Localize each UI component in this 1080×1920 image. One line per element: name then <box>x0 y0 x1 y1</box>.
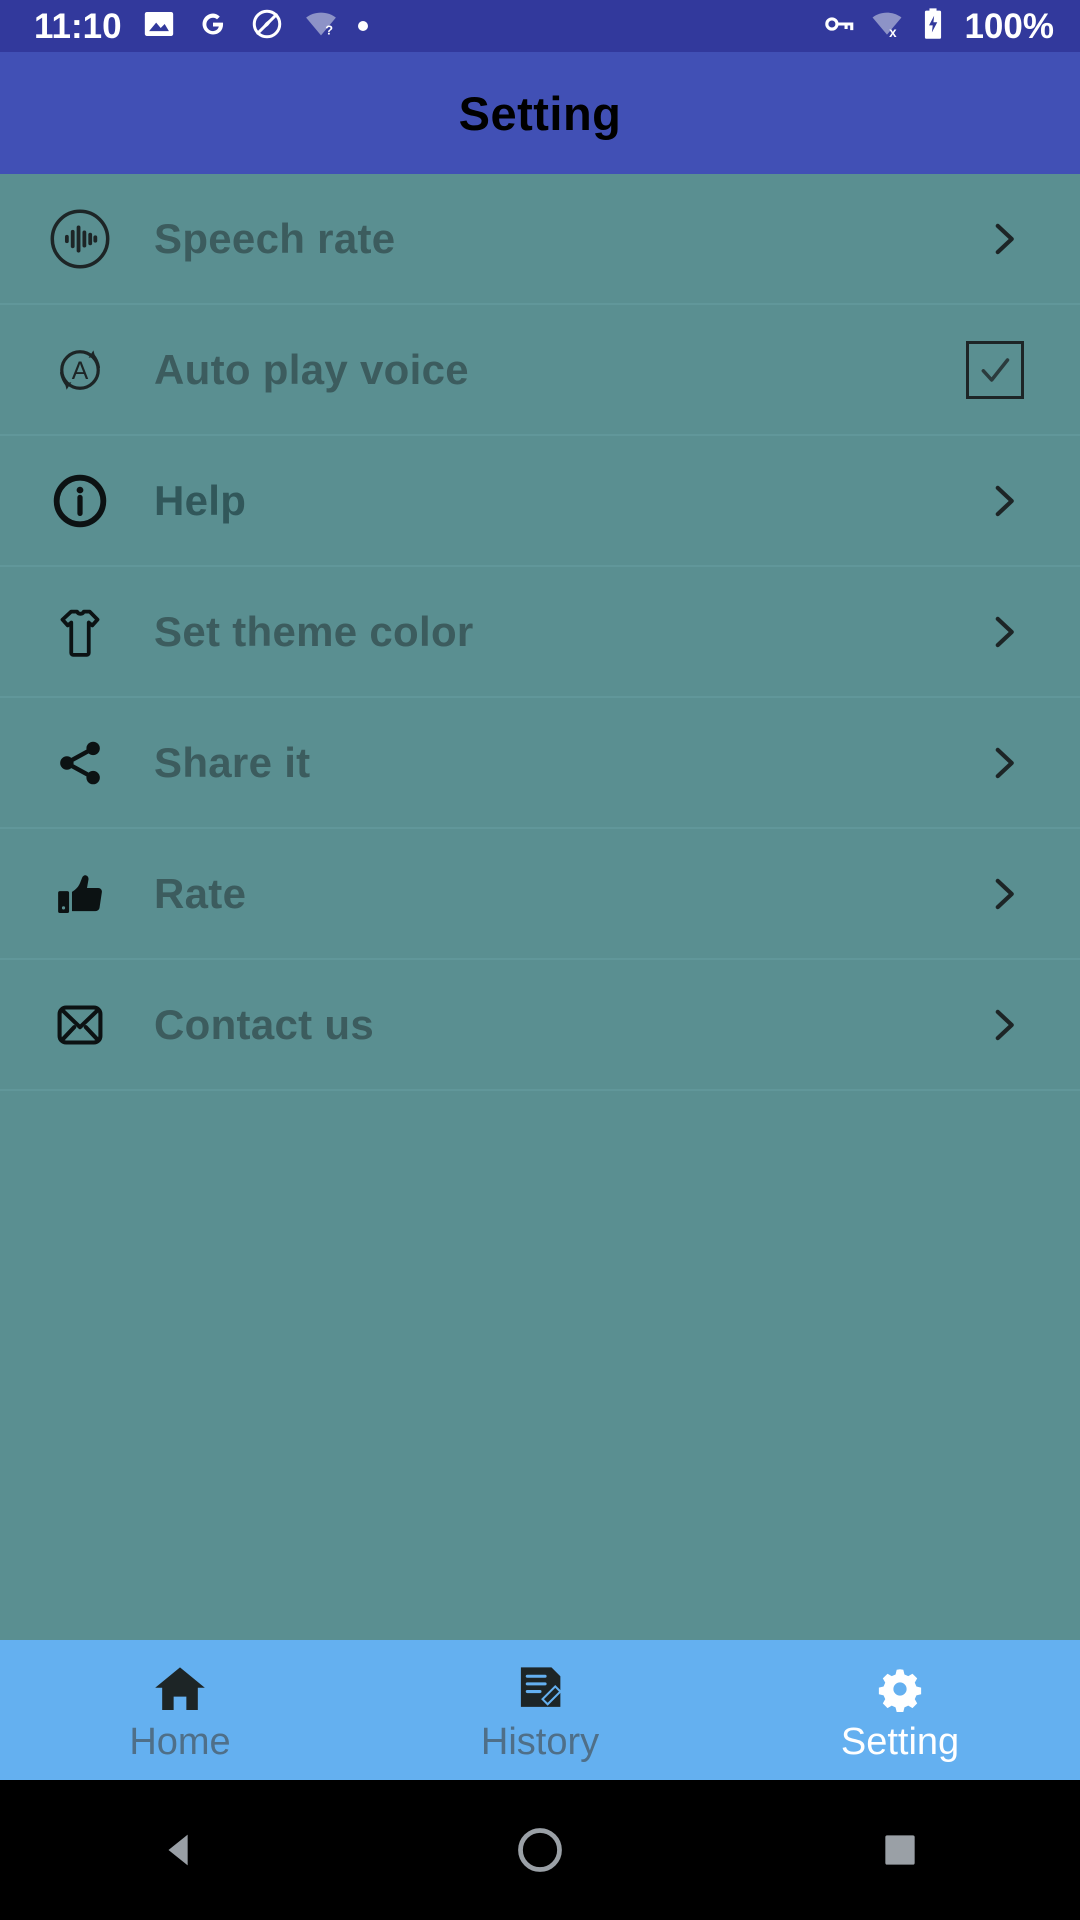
settings-row-label: Speech rate <box>154 214 396 262</box>
svg-text:A: A <box>72 357 89 384</box>
info-circle-icon <box>34 466 126 536</box>
nav-tab-home[interactable]: Home <box>0 1640 360 1780</box>
speech-waveform-icon <box>34 204 126 274</box>
image-icon <box>142 7 176 46</box>
battery-charging-icon <box>918 7 948 46</box>
phone-screen: 11:10 ? x 100% Setting Speech rate A Aut… <box>0 0 1080 1920</box>
nav-tab-label: Home <box>129 1721 231 1763</box>
envelope-icon <box>34 990 126 1060</box>
circle-slash-icon <box>250 7 284 46</box>
chevron-right-icon[interactable] <box>980 480 1044 522</box>
chevron-right-icon[interactable] <box>980 873 1044 915</box>
back-triangle-icon[interactable] <box>0 1827 360 1873</box>
status-bar: 11:10 ? x 100% <box>0 0 1080 52</box>
nav-tab-label: Setting <box>840 1721 960 1763</box>
svg-text:?: ? <box>325 22 333 37</box>
settings-row-label: Help <box>154 476 247 524</box>
google-g-icon <box>196 7 230 46</box>
vpn-key-icon <box>822 7 856 46</box>
chevron-right-icon[interactable] <box>980 742 1044 784</box>
auto-repeat-a-icon: A <box>34 335 126 405</box>
history-note-icon <box>509 1659 571 1717</box>
settings-row-set-theme-color[interactable]: Set theme color <box>0 567 1080 698</box>
settings-list: Speech rate A Auto play voice Help Set t… <box>0 174 1080 1091</box>
dot-icon <box>357 21 368 31</box>
settings-row-auto-play-voice[interactable]: A Auto play voice <box>0 305 1080 436</box>
home-circle-icon[interactable] <box>360 1824 720 1876</box>
gear-icon <box>869 1659 931 1717</box>
settings-row-label: Contact us <box>154 1000 375 1048</box>
chevron-right-icon[interactable] <box>980 611 1044 653</box>
settings-row-label: Auto play voice <box>154 345 469 393</box>
app-bar: Setting <box>0 52 1080 174</box>
settings-row-share-it[interactable]: Share it <box>0 698 1080 829</box>
status-clock: 11:10 <box>34 6 122 46</box>
home-icon <box>149 1659 211 1717</box>
status-bar-left: 11:10 ? <box>34 7 368 46</box>
android-system-navigation-bar <box>0 1780 1080 1920</box>
nav-tab-label: History <box>480 1721 600 1763</box>
settings-row-speech-rate[interactable]: Speech rate <box>0 174 1080 305</box>
settings-row-help[interactable]: Help <box>0 436 1080 567</box>
settings-content: Speech rate A Auto play voice Help Set t… <box>0 174 1080 1640</box>
bottom-navigation-bar: Home History Setting <box>0 1640 1080 1780</box>
svg-text:x: x <box>890 24 898 39</box>
settings-row-label: Share it <box>154 738 311 786</box>
wifi-question-icon: ? <box>304 7 338 46</box>
nav-tab-setting[interactable]: Setting <box>720 1640 1080 1780</box>
thumbs-up-icon <box>34 859 126 929</box>
chevron-right-icon[interactable] <box>980 1004 1044 1046</box>
battery-percent-label: 100% <box>964 6 1054 46</box>
status-bar-right: x 100% <box>822 7 1054 46</box>
auto-play-voice-checkbox[interactable] <box>966 340 1024 399</box>
tshirt-icon <box>34 597 126 667</box>
chevron-right-icon[interactable] <box>980 218 1044 260</box>
settings-row-rate[interactable]: Rate <box>0 829 1080 960</box>
settings-row-label: Rate <box>154 869 247 917</box>
settings-row-contact-us[interactable]: Contact us <box>0 960 1080 1091</box>
page-title: Setting <box>458 86 622 140</box>
share-icon <box>34 728 126 798</box>
wifi-off-icon: x <box>870 7 904 46</box>
settings-row-label: Set theme color <box>154 607 474 655</box>
recents-square-icon[interactable] <box>720 1828 1080 1872</box>
nav-tab-history[interactable]: History <box>360 1640 720 1780</box>
